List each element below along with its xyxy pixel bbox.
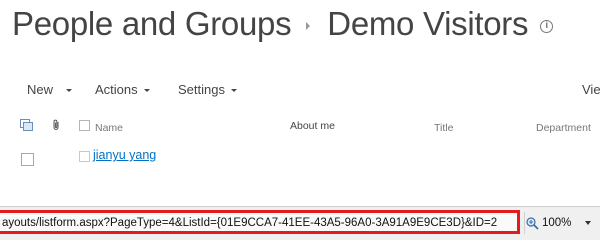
- browser-status-bar: ayouts/listform.aspx?PageType=4&ListId={…: [0, 206, 600, 240]
- actions-menu-button[interactable]: Actions: [95, 82, 150, 97]
- user-name-link[interactable]: jianyu yang: [93, 148, 156, 162]
- new-chevron-down-icon: [66, 89, 73, 93]
- column-header-title[interactable]: Title: [434, 122, 453, 134]
- row-name-checkbox[interactable]: [79, 151, 90, 162]
- actions-chevron-down-icon: [143, 89, 150, 93]
- new-menu-button[interactable]: New: [27, 82, 73, 97]
- actions-label: Actions: [95, 82, 138, 97]
- breadcrumb-separator-icon: [306, 22, 311, 30]
- zoom-chevron-down-icon[interactable]: [585, 221, 592, 225]
- paperclip-icon: [53, 119, 59, 130]
- select-all-icon[interactable]: [20, 119, 34, 131]
- page-title: Demo Visitors: [327, 5, 529, 42]
- column-header-department[interactable]: Department: [536, 122, 591, 134]
- status-url-text: ayouts/listform.aspx?PageType=4&ListId={…: [2, 217, 498, 229]
- new-label: New: [27, 82, 54, 97]
- list-column-header: Name About me Title Department: [0, 119, 600, 137]
- list-toolbar: New Actions Settings Vie: [0, 82, 600, 100]
- column-header-about-me[interactable]: About me: [290, 120, 335, 132]
- zoom-magnifier-icon: [526, 216, 539, 230]
- view-menu-button[interactable]: Vie: [582, 82, 600, 97]
- zoom-level: 100%: [542, 217, 572, 229]
- info-icon[interactable]: [540, 19, 554, 33]
- zoom-control[interactable]: 100%: [526, 214, 592, 232]
- breadcrumb-parent-link[interactable]: People and Groups: [12, 5, 292, 43]
- settings-label: Settings: [178, 82, 225, 97]
- settings-chevron-down-icon: [230, 89, 237, 93]
- settings-menu-button[interactable]: Settings: [178, 82, 237, 97]
- page-header: People and Groups Demo Visitors: [12, 2, 554, 46]
- row-select-checkbox[interactable]: [21, 153, 34, 166]
- column-header-name[interactable]: Name: [95, 122, 123, 134]
- name-column-checkbox[interactable]: [79, 120, 90, 131]
- status-divider: [524, 212, 525, 234]
- view-label: Vie: [582, 82, 600, 97]
- page: People and Groups Demo Visitors New Acti…: [0, 0, 600, 240]
- status-url-highlight: ayouts/listform.aspx?PageType=4&ListId={…: [0, 210, 520, 234]
